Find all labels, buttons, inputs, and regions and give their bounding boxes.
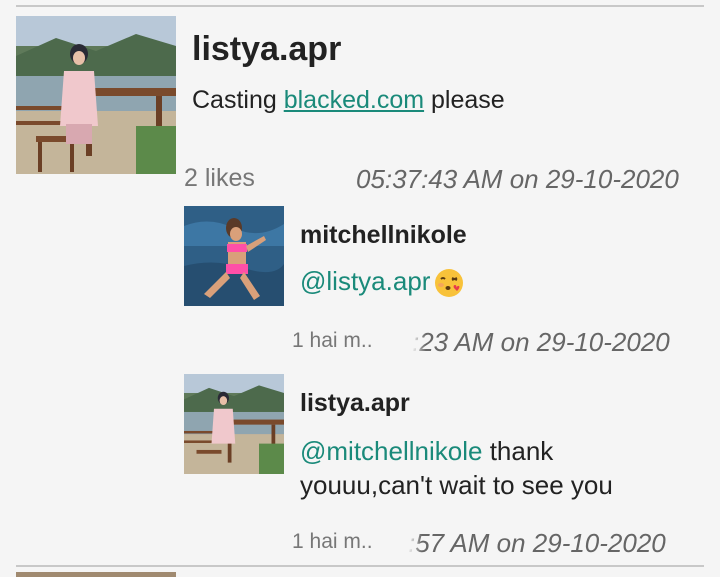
reply-time-ago-2: 1 hai m.. [292,530,373,553]
avatar-landscape-image-small [184,374,284,474]
reply-text-1: @listya.apr [300,266,464,298]
post-username[interactable]: listya.apr [192,30,341,69]
reply-timestamp-1: :23 AM on 29-10-2020 [412,327,670,358]
bottom-divider [16,565,704,567]
reply-timestamp-2-text: :57 AM on 29-10-2020 [408,528,666,558]
top-divider [16,5,704,7]
reply-mention-2[interactable]: @mitchellnikole [300,436,482,466]
post-avatar[interactable] [16,16,176,174]
reply-avatar-listya[interactable] [184,374,284,474]
avatar-beach-image [184,206,284,306]
reply-text-2: @mitchellnikole thank youuu,can't wait t… [300,434,700,502]
kissing-face-emoji-icon [434,268,464,298]
reply-avatar-mitchellnikole[interactable] [184,206,284,306]
reply-timestamp-1-text: :23 AM on 29-10-2020 [412,327,670,357]
post-timestamp: 05:37:43 AM on 29-10-2020 [356,164,679,194]
reply-timestamp-1-fade [412,327,426,358]
post-caption: Casting blacked.com please [192,86,505,115]
post-likes[interactable]: 2 likes [184,164,255,193]
reply-username-1[interactable]: mitchellnikole [300,221,467,250]
reply-text-2-line2: youuu,can't wait to see you [300,470,613,500]
post-caption-suffix: please [424,86,505,114]
post-caption-prefix: Casting [192,86,284,114]
comments-page: listya.apr Casting blacked.com please 2 … [0,0,720,577]
reply-mention-1[interactable]: @listya.apr [300,266,430,296]
reply-timestamp-2: :57 AM on 29-10-2020 [408,528,666,559]
avatar-landscape-image [16,16,176,174]
reply-time-ago-1: 1 hai m.. [292,329,373,352]
next-post-avatar[interactable] [16,572,176,577]
reply-timestamp-2-fade [408,528,422,559]
reply-username-2[interactable]: listya.apr [300,389,410,418]
post-caption-link[interactable]: blacked.com [284,86,424,114]
reply-text-2-line1: thank [482,436,554,466]
